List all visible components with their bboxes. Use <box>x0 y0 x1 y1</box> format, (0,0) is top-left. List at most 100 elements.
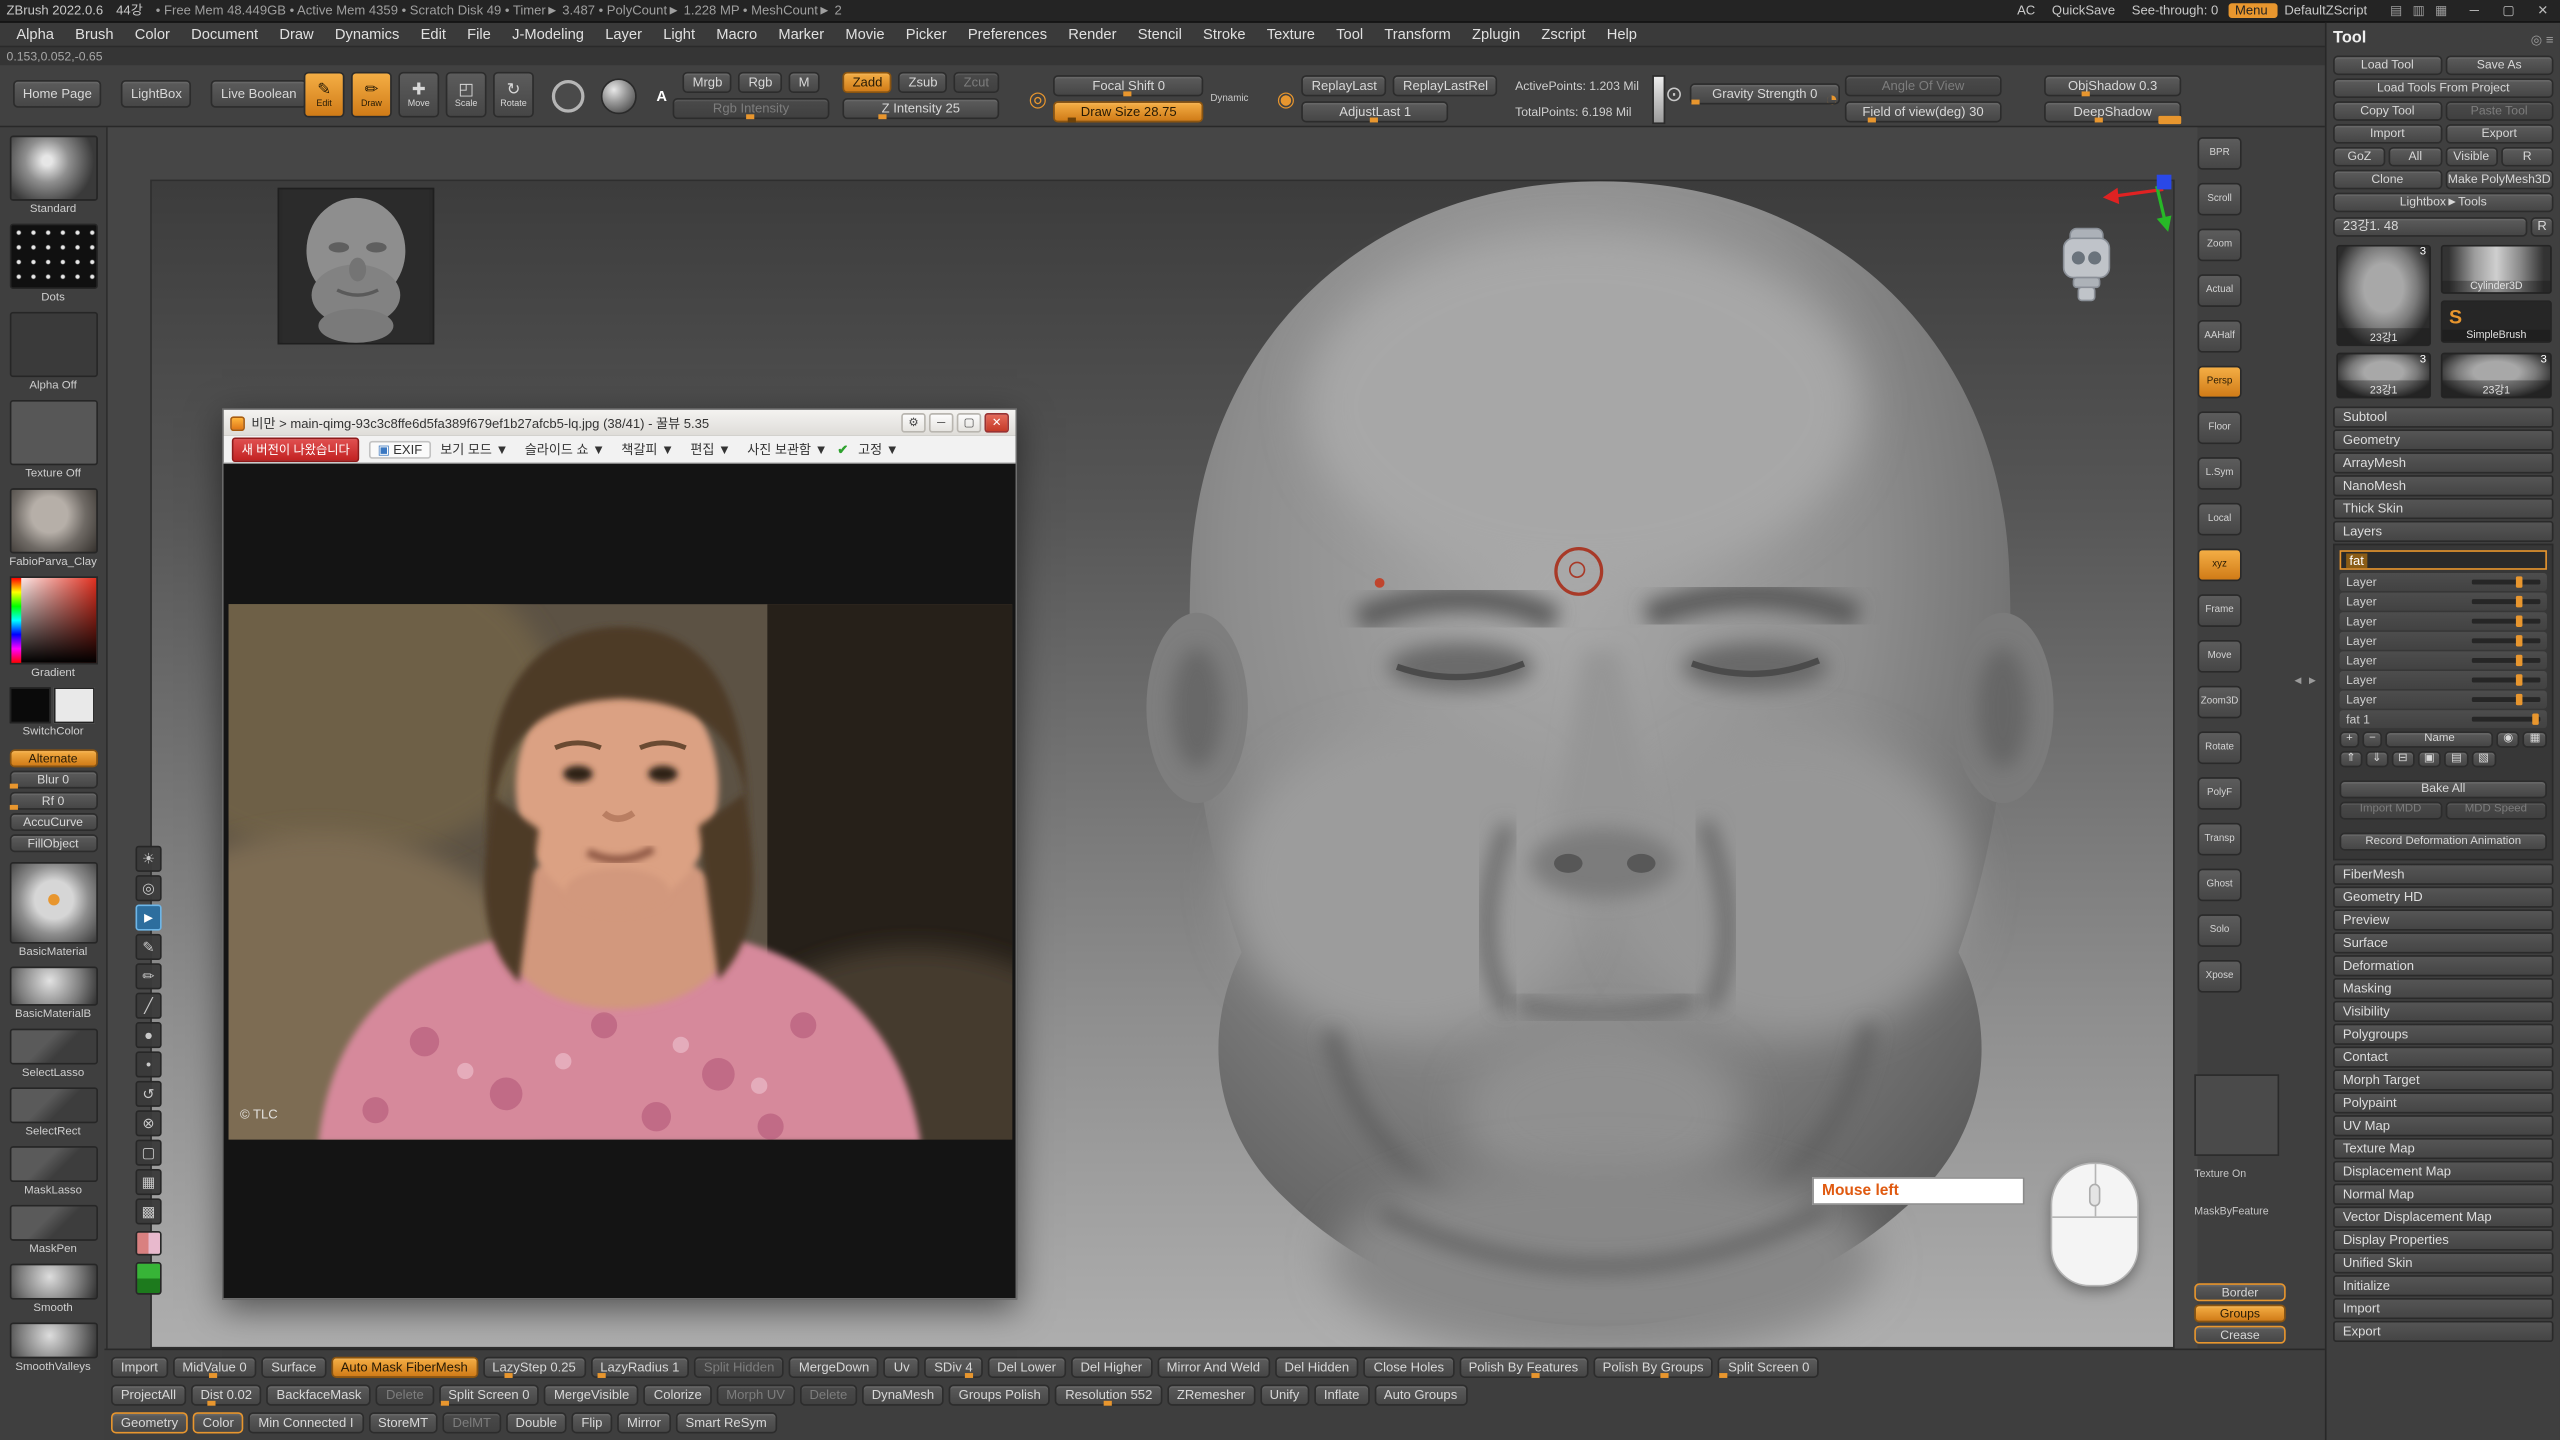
right-shelf-button[interactable]: Actual <box>2198 274 2242 307</box>
viewer-menu-button[interactable]: 편집 ▼ <box>690 440 731 458</box>
bottom-tray-button[interactable]: Unify <box>1260 1384 1309 1405</box>
menu-item[interactable]: Marker <box>778 26 824 42</box>
palette-selector[interactable]: Standard <box>9 136 97 218</box>
tool-palette-button[interactable]: Clone <box>2333 170 2442 190</box>
focal-shift-slider[interactable]: Focal Shift 0 <box>1054 75 1204 96</box>
exif-button[interactable]: ▣ EXIF <box>369 440 430 458</box>
palette-section[interactable]: Morph Target <box>2333 1069 2553 1090</box>
layer-control-button[interactable]: ◉ <box>2497 731 2520 747</box>
sculpt-mode-button[interactable]: Zsub <box>899 72 948 93</box>
right-shelf-button[interactable]: Zoom <box>2198 229 2242 262</box>
palette-section[interactable]: Masking <box>2333 978 2553 999</box>
right-shelf-button[interactable]: AAHalf <box>2198 320 2242 353</box>
right-shelf-button[interactable]: Local <box>2198 503 2242 536</box>
bottom-tray-button[interactable]: Polish By Features <box>1459 1357 1588 1378</box>
bottom-tray-button[interactable]: MergeVisible <box>544 1384 639 1405</box>
bottom-tray-button[interactable]: Mirror And Weld <box>1157 1357 1270 1378</box>
points-meter[interactable] <box>1652 75 1665 124</box>
layer-control-button[interactable]: + <box>2340 731 2360 747</box>
layer-control-button[interactable]: ⇓ <box>2366 751 2389 767</box>
palette-selector[interactable]: SmoothValleys <box>9 1322 97 1374</box>
viewer-window-button[interactable]: ▢ <box>957 413 981 433</box>
right-shelf-button[interactable]: Solo <box>2198 914 2242 947</box>
layer-control-button[interactable]: ▧ <box>2472 751 2496 767</box>
palette-section[interactable]: Texture Map <box>2333 1138 2553 1159</box>
menu-item[interactable]: Texture <box>1267 26 1315 42</box>
tool-thumbnail[interactable]: 3 23강1 <box>2441 353 2552 399</box>
canvas-tool-button[interactable]: • <box>136 1051 162 1077</box>
lightbox-button[interactable]: LightBox <box>121 80 191 108</box>
layer-control-button[interactable]: Name <box>2386 731 2494 747</box>
titlebar-system-icon[interactable]: ▤ <box>2387 3 2410 18</box>
replay-button[interactable]: ReplayLast <box>1302 75 1387 96</box>
secondary-color-swatch[interactable] <box>53 687 94 723</box>
palette-button[interactable]: FillObject <box>9 834 97 852</box>
menu-item[interactable]: Draw <box>279 26 313 42</box>
bottom-tray-button[interactable]: Color <box>193 1412 244 1433</box>
palette-section[interactable]: ArrayMesh <box>2333 452 2553 473</box>
bottom-tray-button[interactable]: SDiv 4 <box>924 1357 982 1378</box>
viewer-window-button[interactable]: ⚙ <box>901 413 925 433</box>
bottom-tray-button[interactable]: Auto Groups <box>1374 1384 1467 1405</box>
palette-section[interactable]: Layers <box>2333 521 2553 542</box>
menu-item[interactable]: Tool <box>1336 26 1363 42</box>
record-deformation-button[interactable]: Record Deformation Animation <box>2340 833 2547 851</box>
dynamic-label[interactable]: Dynamic <box>1210 94 1248 104</box>
palette-section[interactable]: Surface <box>2333 932 2553 953</box>
draw-size-slider[interactable]: Draw Size 28.75 <box>1054 101 1204 122</box>
palette-button[interactable]: Blur 0 <box>9 771 97 789</box>
palette-section[interactable]: Vector Displacement Map <box>2333 1207 2553 1228</box>
palette-section[interactable]: Export <box>2333 1321 2553 1342</box>
mode-button[interactable]: ✏ Draw <box>351 72 392 118</box>
hue-strip[interactable] <box>11 578 21 663</box>
mode-button[interactable]: ◰ Scale <box>446 72 487 118</box>
live-boolean-button[interactable]: Live Boolean <box>211 80 306 108</box>
bottom-tray-button[interactable]: LazyStep 0.25 <box>482 1357 585 1378</box>
canvas-tool-button[interactable]: ╱ <box>136 993 162 1019</box>
menu-item[interactable]: Document <box>191 26 258 42</box>
palette-button[interactable]: AccuCurve <box>9 813 97 831</box>
z-intensity-slider[interactable]: Z Intensity 25 <box>842 98 999 119</box>
bottom-tray-button[interactable]: Min Connected I <box>249 1412 364 1433</box>
texture-preview-box[interactable] <box>2194 1074 2279 1156</box>
crease-button[interactable]: Crease <box>2194 1326 2285 1344</box>
palette-section[interactable]: Polygroups <box>2333 1024 2553 1045</box>
palette-selector[interactable]: BasicMaterialB <box>9 967 97 1023</box>
menu-item[interactable]: Zplugin <box>1472 26 1520 42</box>
bottom-tray-button[interactable]: Split Screen 0 <box>438 1384 539 1405</box>
tool-thumbnail[interactable]: 3 23강1 <box>2336 245 2431 346</box>
angle-of-view-button[interactable]: Angle Of View <box>1845 75 2002 96</box>
palette-header-icon[interactable]: ≡ <box>2546 33 2554 48</box>
paint-mode-button[interactable]: M <box>789 72 819 93</box>
bottom-tray-button[interactable]: Flip <box>572 1412 613 1433</box>
layer-row[interactable]: fat 1 <box>2340 710 2547 728</box>
bottom-tray-button[interactable]: Close Holes <box>1364 1357 1454 1378</box>
palette-selector[interactable]: BasicMaterial <box>9 862 97 960</box>
layer-control-button[interactable]: ▤ <box>2444 751 2468 767</box>
minimize-button[interactable]: ─ <box>2464 3 2485 18</box>
bottom-tray-button[interactable]: StoreMT <box>368 1412 438 1433</box>
import-mdd-button[interactable]: Import MDD <box>2340 801 2442 819</box>
tool-palette-button[interactable]: Make PolyMesh3D <box>2445 170 2554 190</box>
canvas-tool-button[interactable]: ☀ <box>136 846 162 872</box>
bottom-tray-button[interactable]: Polish By Groups <box>1593 1357 1714 1378</box>
canvas-tool-button[interactable]: ● <box>136 1022 162 1048</box>
new-version-button[interactable]: 새 버전이 나왔습니다 <box>232 437 360 461</box>
palette-section[interactable]: Normal Map <box>2333 1184 2553 1205</box>
bake-all-button[interactable]: Bake All <box>2340 780 2547 798</box>
right-shelf-button[interactable]: Floor <box>2198 411 2242 444</box>
canvas-tool-button[interactable]: ✎ <box>136 934 162 960</box>
gradient-label[interactable]: Gradient <box>9 666 97 681</box>
titlebar-system-icon[interactable]: ▥ <box>2409 3 2432 18</box>
palette-section[interactable]: Display Properties <box>2333 1229 2553 1250</box>
sculpt-mode-button[interactable]: Zcut <box>954 72 999 93</box>
menu-item[interactable]: Brush <box>75 26 113 42</box>
menu-item[interactable]: Alpha <box>16 26 54 42</box>
mask-by-feature-label[interactable]: MaskByFeature <box>2194 1207 2289 1218</box>
canvas-tool-button[interactable]: ▩ <box>136 1198 162 1224</box>
menu-item[interactable]: File <box>467 26 491 42</box>
bottom-tray-button[interactable]: MidValue 0 <box>173 1357 257 1378</box>
palette-section[interactable]: Unified Skin <box>2333 1252 2553 1273</box>
palette-selector[interactable]: Dots <box>9 224 97 306</box>
palette-button[interactable]: Rf 0 <box>9 792 97 810</box>
